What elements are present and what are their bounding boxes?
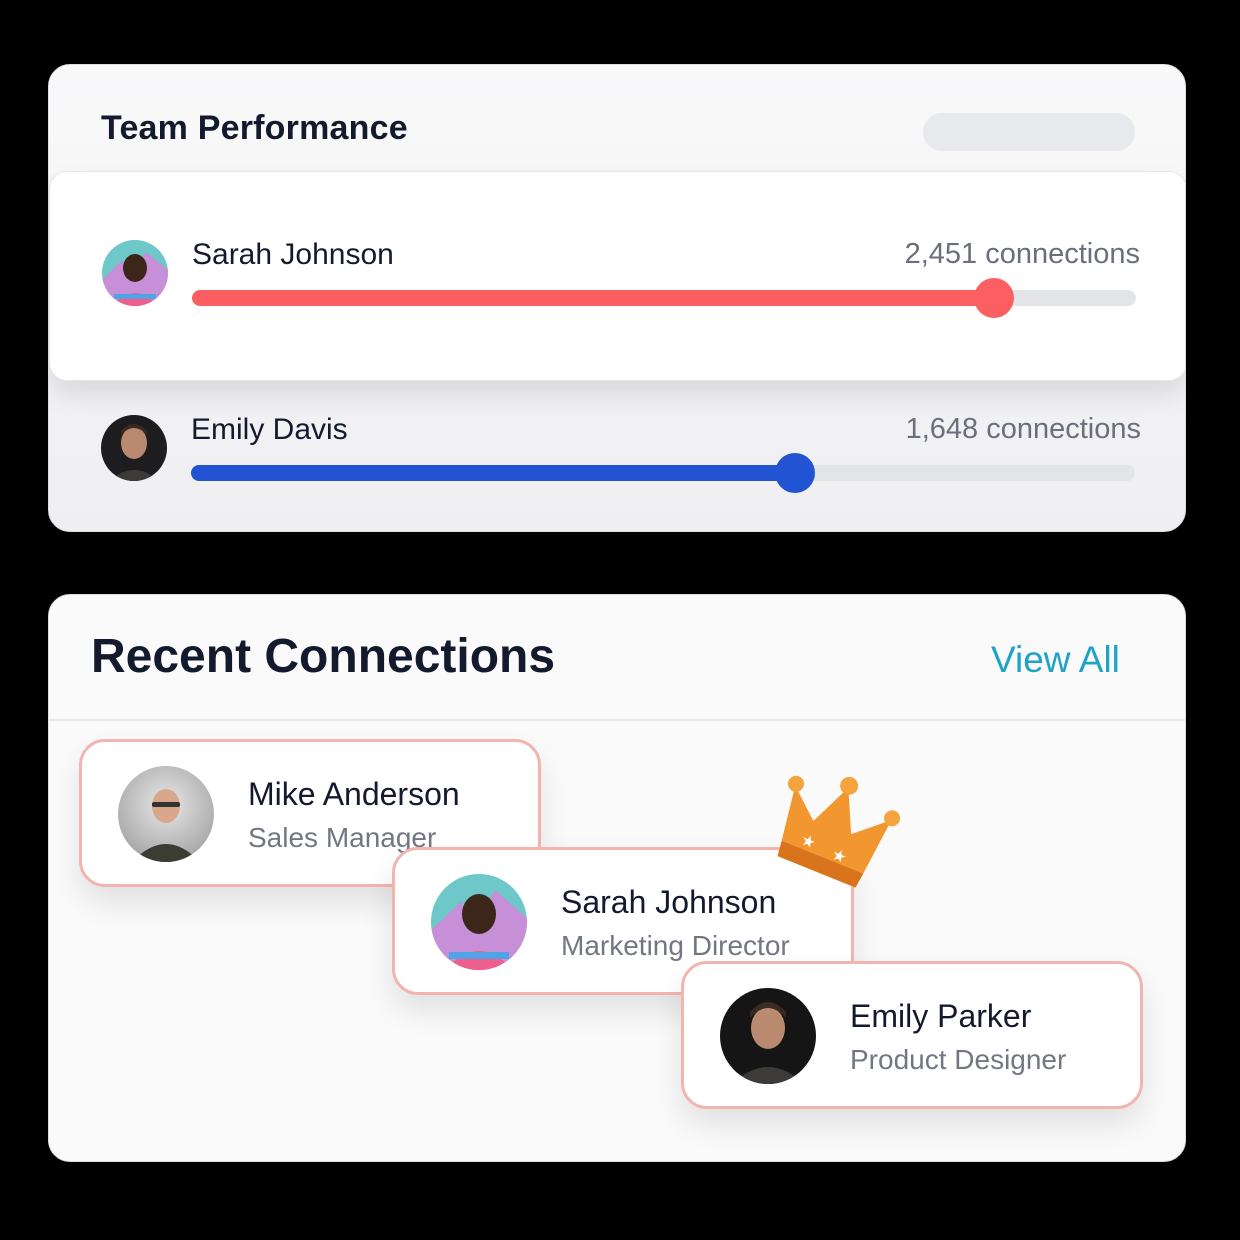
team-performance-title: Team Performance	[101, 109, 408, 147]
crown-icon: ★ ★	[777, 775, 901, 888]
recent-connections-card: Recent Connections View All Mike Anderso…	[48, 594, 1186, 1162]
progress-fill	[191, 465, 796, 481]
connection-name: Sarah Johnson	[561, 884, 777, 920]
view-all-link[interactable]: View All	[991, 639, 1120, 681]
connection-name: Mike Anderson	[248, 776, 460, 812]
progress-knob[interactable]	[775, 453, 816, 493]
connection-role: Product Designer	[850, 1044, 1067, 1075]
member-name: Sarah Johnson	[192, 238, 394, 271]
recent-connections-title: Recent Connections	[91, 630, 556, 683]
progress-knob[interactable]	[974, 278, 1015, 318]
progress-fill	[192, 290, 995, 306]
performance-row[interactable]: Emily Davis 1,648 connections	[49, 395, 1185, 531]
filter-pill-placeholder[interactable]	[923, 113, 1135, 151]
avatar-photo-icon	[720, 988, 816, 1084]
member-name: Emily Davis	[191, 413, 348, 446]
performance-row[interactable]: Sarah Johnson 2,451 connections	[49, 171, 1185, 381]
divider	[49, 719, 1185, 721]
avatar	[431, 874, 527, 970]
team-performance-card: Team Performance Sarah Johnson 2,451 con…	[48, 64, 1186, 532]
avatar-photo-icon	[431, 874, 527, 970]
avatar-photo-icon	[102, 240, 168, 306]
avatar-photo-icon	[118, 766, 214, 862]
avatar	[118, 766, 214, 862]
avatar	[720, 988, 816, 1084]
progress-track	[192, 278, 1136, 318]
progress-track	[191, 453, 1135, 493]
member-connections: 1,648 connections	[905, 413, 1141, 445]
connection-card-emily-parker[interactable]: Emily Parker Product Designer	[681, 961, 1143, 1109]
avatar	[101, 415, 167, 481]
member-connections: 2,451 connections	[904, 238, 1140, 270]
connection-name: Emily Parker	[850, 998, 1032, 1034]
avatar	[102, 240, 168, 306]
connection-role: Marketing Director	[561, 930, 790, 961]
avatar-photo-icon	[101, 415, 167, 481]
